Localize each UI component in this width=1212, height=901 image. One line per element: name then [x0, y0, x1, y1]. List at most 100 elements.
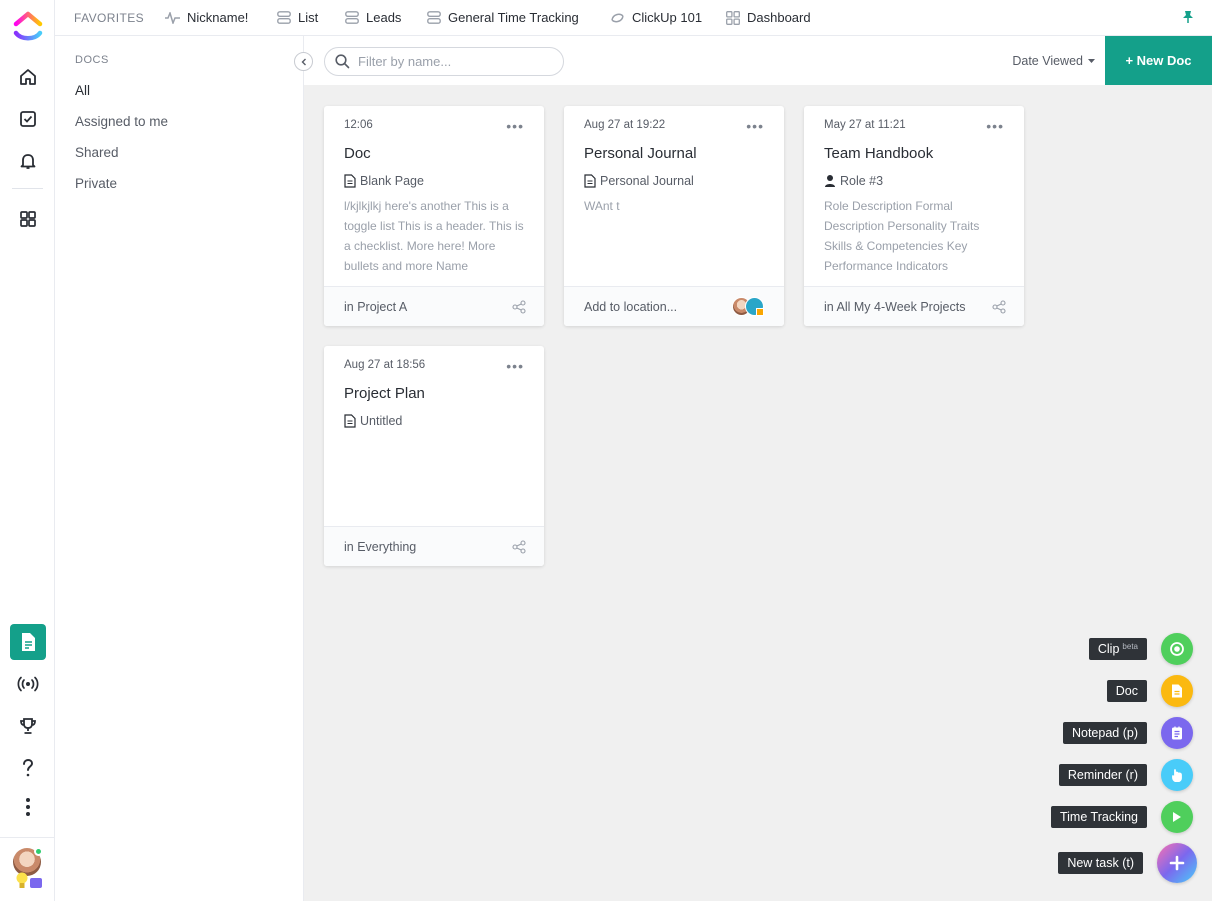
- dashboards-grid-icon[interactable]: [14, 205, 42, 233]
- more-horizontal-icon[interactable]: •••: [986, 118, 1004, 134]
- doc-card[interactable]: May 27 at 11:21 ••• Team Handbook Role #…: [804, 106, 1024, 326]
- doc-card-footer: Add to location...: [564, 286, 784, 326]
- doc-icon[interactable]: [1161, 675, 1193, 707]
- doc-card-footer: in Everything: [324, 526, 544, 566]
- share-icon[interactable]: [992, 300, 1006, 314]
- favorites-label: FAVORITES: [74, 11, 145, 25]
- more-horizontal-icon[interactable]: •••: [506, 358, 524, 374]
- doc-card-page[interactable]: Untitled: [344, 414, 402, 428]
- share-icon[interactable]: [512, 300, 526, 314]
- doc-card-footer: in Project A: [324, 286, 544, 326]
- doc-card-title[interactable]: Team Handbook: [824, 145, 933, 162]
- home-icon[interactable]: [14, 63, 42, 91]
- shared-people-avatars[interactable]: [732, 297, 766, 317]
- favorite-label: ClickUp 101: [632, 10, 703, 25]
- favorite-label: Leads: [366, 10, 402, 25]
- user-profile[interactable]: [0, 837, 55, 901]
- doc-card-page[interactable]: Role #3: [824, 174, 883, 188]
- more-horizontal-icon[interactable]: •••: [746, 118, 764, 134]
- sidebar-item-all[interactable]: All: [75, 83, 90, 98]
- new-doc-button[interactable]: + New Doc: [1105, 36, 1212, 85]
- quick-action-label: Time Tracking: [1050, 806, 1147, 828]
- quick-action-clip[interactable]: Clip beta: [1088, 633, 1193, 665]
- quick-action-time-tracking[interactable]: Time Tracking: [1050, 801, 1193, 833]
- dashboard-icon: [726, 10, 740, 25]
- sidebar-item-private[interactable]: Private: [75, 176, 117, 191]
- doc-card-title[interactable]: Project Plan: [344, 385, 425, 402]
- doc-card[interactable]: Aug 27 at 19:22 ••• Personal Journal Per…: [564, 106, 784, 326]
- lightbulb-icon: [16, 872, 28, 888]
- pin-icon[interactable]: [1182, 10, 1194, 24]
- favorite-dashboard[interactable]: Dashboard: [726, 10, 811, 25]
- play-icon[interactable]: [1161, 801, 1193, 833]
- doc-card-location[interactable]: in Everything: [344, 540, 416, 554]
- record-icon[interactable]: [1161, 633, 1193, 665]
- doc-card-date: Aug 27 at 18:56: [344, 359, 426, 371]
- quick-action-label: New task (t): [1058, 852, 1143, 874]
- left-rail: [0, 0, 55, 901]
- doc-card-preview: l/kjlkjlkj here's another This is a togg…: [344, 199, 524, 272]
- caret-down-icon: [1088, 58, 1095, 63]
- doc-card-date: Aug 27 at 19:22: [584, 119, 666, 131]
- list-icon: [277, 11, 291, 24]
- favorite-label: Dashboard: [747, 10, 811, 25]
- quick-action-doc[interactable]: Doc: [1106, 675, 1193, 707]
- tasks-icon[interactable]: [14, 105, 42, 133]
- doc-card-page-label: Blank Page: [360, 174, 424, 188]
- help-question-icon[interactable]: [14, 754, 42, 782]
- doc-card-page[interactable]: Personal Journal: [584, 174, 694, 188]
- docs-sidebar: DOCS All Assigned to me Shared Private: [55, 36, 313, 901]
- favorite-clickup-101[interactable]: ClickUp 101: [610, 10, 702, 25]
- sidebar-item-assigned-to-me[interactable]: Assigned to me: [75, 114, 168, 129]
- doc-card-location[interactable]: in Project A: [344, 300, 407, 314]
- doc-card-page[interactable]: Blank Page: [344, 174, 424, 188]
- favorite-general-time-tracking[interactable]: General Time Tracking: [427, 10, 579, 25]
- docs-section-title: DOCS: [75, 54, 109, 66]
- notifications-bell-icon[interactable]: [14, 147, 42, 175]
- quick-action-new-task[interactable]: New task (t): [1058, 843, 1197, 883]
- page-icon: [584, 174, 596, 188]
- doc-card-page-label: Role #3: [840, 174, 884, 188]
- sidebar-item-shared[interactable]: Shared: [75, 145, 119, 160]
- doc-card-page-label: Untitled: [360, 414, 403, 428]
- doc-card[interactable]: Aug 27 at 18:56 ••• Project Plan Untitle…: [324, 346, 544, 566]
- page-icon: [344, 414, 356, 428]
- share-icon[interactable]: [512, 540, 526, 554]
- quick-action-label: Reminder (r): [1058, 764, 1147, 786]
- quick-action-reminder[interactable]: Reminder (r): [1058, 759, 1193, 791]
- doc-card[interactable]: 12:06 ••• Doc Blank Page l/kjlkjlkj here…: [324, 106, 544, 326]
- quick-action-label: Clip beta: [1088, 638, 1147, 660]
- clickup-logo-icon[interactable]: [13, 10, 43, 44]
- favorite-list[interactable]: List: [277, 10, 318, 25]
- doc-card-title[interactable]: Personal Journal: [584, 145, 697, 162]
- doc-card-preview: WAnt t: [584, 199, 620, 213]
- favorite-nickname[interactable]: Nickname!: [165, 10, 248, 25]
- doc-card-title[interactable]: Doc: [344, 145, 371, 162]
- notepad-icon[interactable]: [1161, 717, 1193, 749]
- quick-action-label: Notepad (p): [1062, 722, 1147, 744]
- pulse-icon: [165, 11, 180, 24]
- sort-dropdown[interactable]: Date Viewed: [1012, 54, 1095, 68]
- goals-trophy-icon[interactable]: [14, 712, 42, 740]
- favorites-bar: FAVORITES Nickname! List Leads General T…: [55, 0, 1212, 36]
- plus-icon[interactable]: [1157, 843, 1197, 883]
- beta-badge: beta: [1122, 641, 1138, 651]
- workspace-badge: [30, 878, 42, 888]
- doc-card-location[interactable]: in All My 4-Week Projects: [824, 300, 965, 314]
- filter-search[interactable]: [324, 47, 564, 76]
- more-horizontal-icon[interactable]: •••: [506, 118, 524, 134]
- online-status-dot: [34, 847, 43, 856]
- filter-by-name-input[interactable]: [358, 54, 548, 69]
- doc-card-location[interactable]: Add to location...: [584, 300, 677, 314]
- pulse-broadcast-icon[interactable]: [14, 670, 42, 698]
- quick-action-notepad[interactable]: Notepad (p): [1062, 717, 1193, 749]
- docs-nav-icon[interactable]: [10, 624, 46, 660]
- favorite-leads[interactable]: Leads: [345, 10, 401, 25]
- quick-action-text: Clip: [1097, 642, 1120, 656]
- more-vertical-icon[interactable]: [14, 793, 42, 821]
- doc-card-date: May 27 at 11:21: [824, 119, 906, 131]
- sort-label: Date Viewed: [1012, 54, 1083, 68]
- reminder-icon[interactable]: [1161, 759, 1193, 791]
- collapse-sidebar-button[interactable]: [294, 52, 313, 71]
- page-icon: [344, 174, 356, 188]
